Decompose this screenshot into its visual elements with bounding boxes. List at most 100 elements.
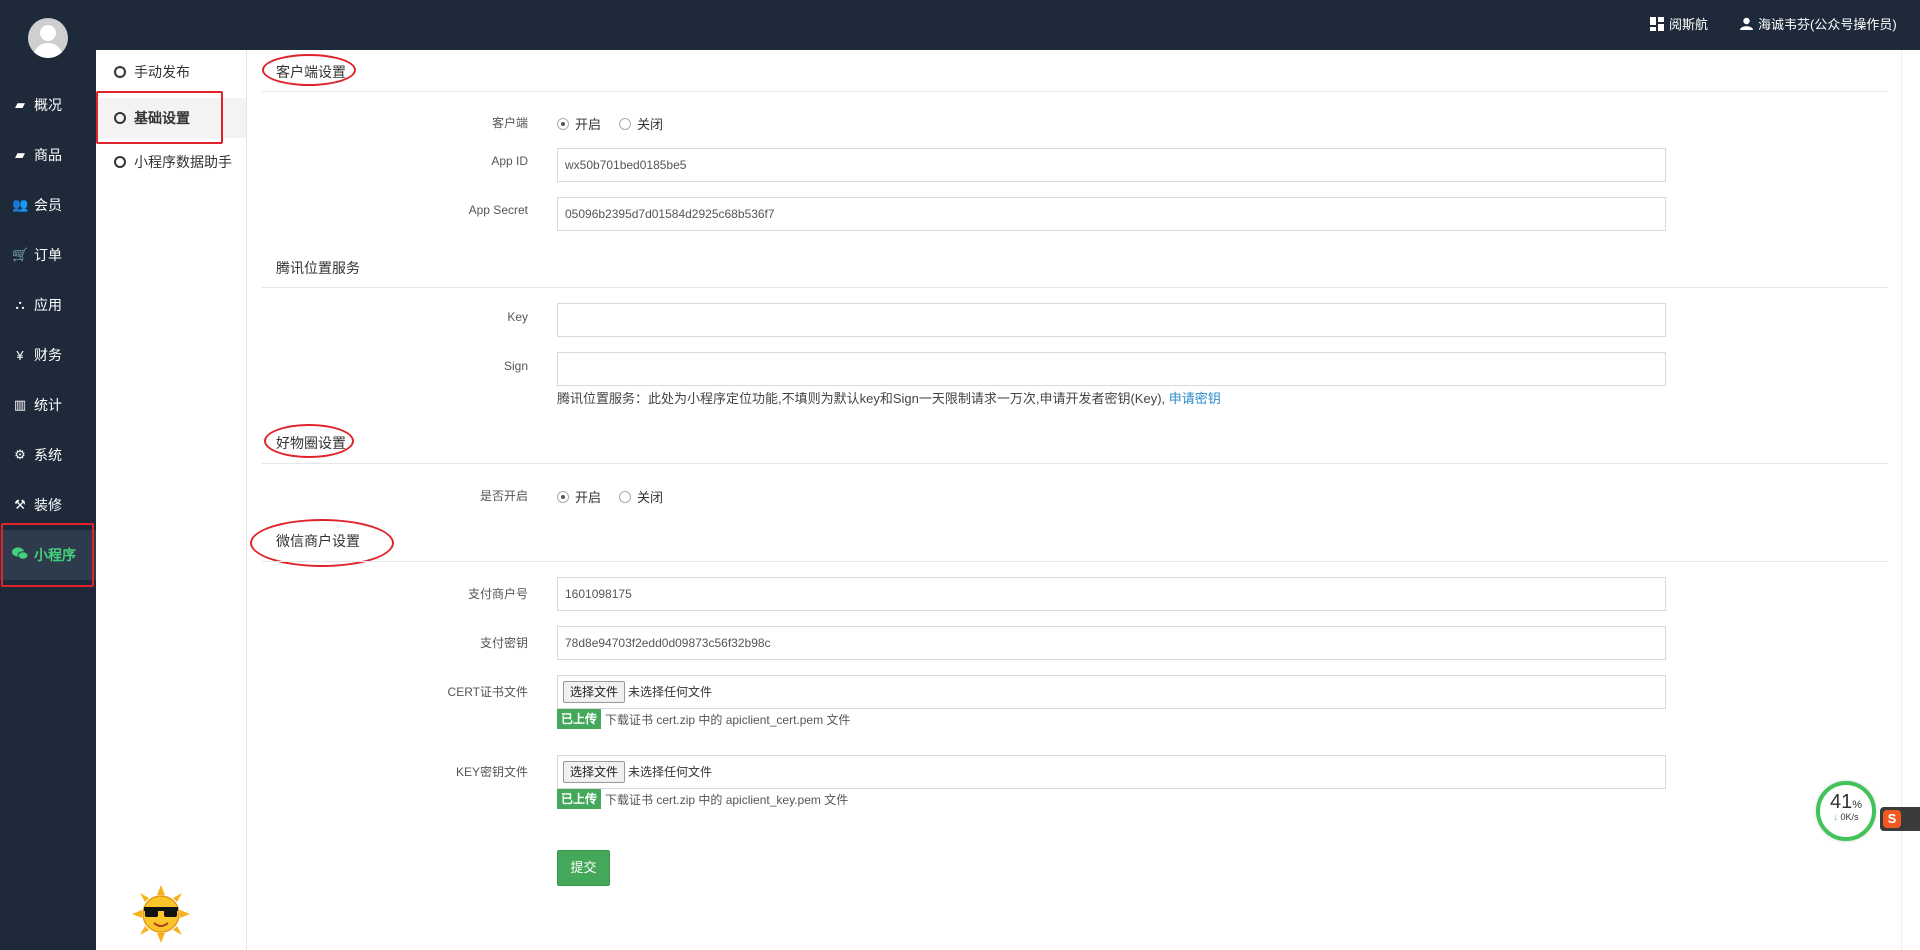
apply-key-link[interactable]: 申请密钥 xyxy=(1169,391,1221,406)
sign-label: Sign xyxy=(503,359,528,373)
radio-dot xyxy=(619,117,631,130)
radio-dot xyxy=(557,117,569,130)
sign-input[interactable] xyxy=(557,352,1666,386)
haowu-radio-on[interactable]: 开启 xyxy=(557,487,601,506)
sun-sticker-icon xyxy=(132,885,190,943)
sidebar-item-apps[interactable]: ⛬ 应用 xyxy=(0,280,96,330)
cert-upload-status: 已上传 下载证书 cert.zip 中的 apiclient_cert.pem … xyxy=(557,708,850,730)
radio-dot xyxy=(619,490,631,503)
subnav-item-label: 小程序数据助手 xyxy=(134,154,232,170)
sidebar-item-members[interactable]: 👥 会员 xyxy=(0,180,96,230)
divider xyxy=(262,287,1888,288)
divider xyxy=(262,91,1888,92)
divider xyxy=(262,561,1888,562)
client-radio-off[interactable]: 关闭 xyxy=(619,114,663,133)
paykey-input[interactable]: 78d8e94703f2edd0d09873c56f32b98c xyxy=(557,626,1666,660)
sidebar-item-label: 概况 xyxy=(34,97,62,113)
sidebar-item-label: 统计 xyxy=(34,397,62,413)
avatar[interactable] xyxy=(28,18,68,58)
radio-label: 关闭 xyxy=(637,490,664,505)
cubes-icon: ⛬ xyxy=(15,297,25,312)
down-arrow-icon: ↓ xyxy=(1833,812,1838,822)
top-user-label: 海诚韦芬(公众号操作员) xyxy=(1758,17,1897,32)
key-file-input[interactable]: 选择文件 未选择任何文件 xyxy=(557,755,1666,789)
sidebar-item-finance[interactable]: ¥ 财务 xyxy=(0,330,96,380)
haowu-radio-off[interactable]: 关闭 xyxy=(619,487,663,506)
sidebar-item-goods[interactable]: ▰ 商品 xyxy=(0,130,96,180)
haowu-enable-label: 是否开启 xyxy=(479,489,528,503)
mchid-input[interactable]: 1601098175 xyxy=(557,577,1666,611)
choose-file-button[interactable]: 选择文件 xyxy=(563,761,626,783)
top-nav-label: 阅斯航 xyxy=(1669,17,1709,32)
sidebar-item-label: 财务 xyxy=(34,347,62,363)
no-file-text: 未选择任何文件 xyxy=(628,685,713,699)
appsecret-label: App Secret xyxy=(468,203,528,217)
subnav-item-label: 手动发布 xyxy=(134,64,190,80)
circle-icon xyxy=(114,66,126,78)
ime-toolbar[interactable]: S xyxy=(1880,807,1920,831)
radio-label: 关闭 xyxy=(637,117,664,132)
appid-label: App ID xyxy=(491,154,528,168)
top-bar: 阅斯航 海诚韦芬(公众号操作员) xyxy=(0,0,1920,50)
users-icon: 👥 xyxy=(12,197,29,212)
sidebar-item-label: 会员 xyxy=(34,197,62,213)
main-sidebar: ▰ 概况 ▰ 商品 👥 会员 🛒 订单 ⛬ 应用 ¥ 财务 ▥ 统计 ⚙ 系统 ⚒ 装修 小程序 xyxy=(0,0,96,950)
top-nav-link[interactable]: 阅斯航 xyxy=(1650,14,1708,33)
uploaded-badge: 已上传 xyxy=(557,709,602,729)
circle-icon xyxy=(114,156,126,168)
sidebar-item-system[interactable]: ⚙ 系统 xyxy=(0,430,96,480)
cart-icon: 🛒 xyxy=(12,247,29,262)
key-file-label: KEY密钥文件 xyxy=(455,765,528,779)
cert-file-input[interactable]: 选择文件 未选择任何文件 xyxy=(557,675,1666,709)
mchid-label: 支付商户号 xyxy=(467,587,528,601)
sogou-ime-icon: S xyxy=(1883,810,1901,828)
key-hint: 下载证书 cert.zip 中的 apiclient_key.pem 文件 xyxy=(605,792,849,807)
radio-label: 开启 xyxy=(575,490,602,505)
speed-unit: % xyxy=(1852,799,1863,811)
key-upload-status: 已上传 下载证书 cert.zip 中的 apiclient_key.pem 文… xyxy=(557,788,848,810)
box-icon: ▰ xyxy=(15,147,25,162)
annotation-box xyxy=(1,523,94,587)
annotation-ellipse xyxy=(250,519,394,567)
submit-button[interactable]: 提交 xyxy=(557,850,610,886)
uploaded-badge: 已上传 xyxy=(557,789,602,809)
radio-label: 开启 xyxy=(575,117,602,132)
help-text: 腾讯位置服务：此处为小程序定位功能,不填则为默认key和Sign一天限制请求一万… xyxy=(557,391,1166,406)
sidebar-item-label: 订单 xyxy=(34,247,62,263)
choose-file-button[interactable]: 选择文件 xyxy=(563,681,626,703)
box-icon: ▰ xyxy=(15,97,25,112)
sidebar-item-orders[interactable]: 🛒 订单 xyxy=(0,230,96,280)
tencent-help-text: 腾讯位置服务：此处为小程序定位功能,不填则为默认key和Sign一天限制请求一万… xyxy=(557,388,1221,407)
client-radio-on[interactable]: 开启 xyxy=(557,114,601,133)
paykey-label: 支付密钥 xyxy=(479,636,528,650)
top-user-menu[interactable]: 海诚韦芬(公众号操作员) xyxy=(1740,14,1897,33)
sidebar-item-label: 商品 xyxy=(34,147,62,163)
sidebar-item-overview[interactable]: ▰ 概况 xyxy=(0,80,96,130)
sidebar-item-label: 应用 xyxy=(34,297,62,313)
hammer-icon: ⚒ xyxy=(14,497,26,512)
key-input[interactable] xyxy=(557,303,1666,337)
settings-form: 客户端设置 客户端 开启 关闭 App ID wx50b701bed0185be… xyxy=(248,50,1888,950)
sidebar-item-label: 装修 xyxy=(34,497,62,513)
cert-hint: 下载证书 cert.zip 中的 apiclient_cert.pem 文件 xyxy=(605,712,851,727)
key-label: Key xyxy=(507,310,528,324)
sidebar-item-stats[interactable]: ▥ 统计 xyxy=(0,380,96,430)
cert-file-label: CERT证书文件 xyxy=(447,685,528,699)
speed-rate: 0K/s xyxy=(1840,812,1859,822)
sub-sidebar: 手动发布 基础设置 小程序数据助手 xyxy=(96,50,247,950)
radio-dot xyxy=(557,490,569,503)
annotation-ellipse xyxy=(264,424,354,458)
network-speed-widget[interactable]: 41% ↓ 0K/s xyxy=(1816,781,1876,841)
appid-input[interactable]: wx50b701bed0185be5 xyxy=(557,148,1666,182)
subnav-item-data-assistant[interactable]: 小程序数据助手 xyxy=(96,142,246,182)
annotation-ellipse xyxy=(262,54,356,86)
no-file-text: 未选择任何文件 xyxy=(628,765,713,779)
speed-percent: 41 xyxy=(1829,791,1853,813)
subnav-item-manual-publish[interactable]: 手动发布 xyxy=(96,52,246,92)
bar-chart-icon: ▥ xyxy=(13,397,27,412)
yen-icon: ¥ xyxy=(16,347,24,363)
dashboard-icon xyxy=(1650,16,1664,31)
annotation-box xyxy=(96,91,223,144)
user-icon xyxy=(1740,17,1753,30)
appsecret-input[interactable]: 05096b2395d7d01584d2925c68b536f7 xyxy=(557,197,1666,231)
